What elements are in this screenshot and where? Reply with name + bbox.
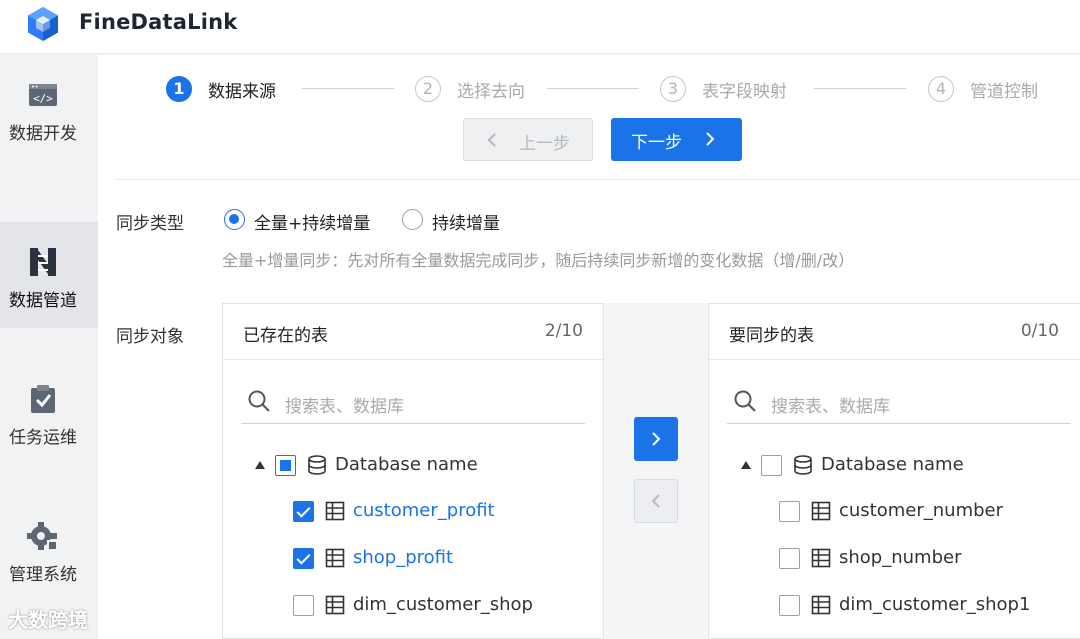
checkbox[interactable] (275, 455, 296, 476)
move-right-button[interactable] (634, 417, 678, 461)
table-icon (325, 548, 345, 568)
table-icon (325, 501, 345, 521)
prev-step-button[interactable]: 上一步 (463, 118, 593, 161)
sidebar-item-label: 数据开发 (9, 124, 77, 144)
step-1-label: 数据来源 (208, 82, 276, 102)
move-left-button[interactable] (634, 479, 678, 523)
table-icon (811, 595, 831, 615)
table-icon (811, 548, 831, 568)
database-icon (794, 455, 812, 475)
step-2-number: 2 (415, 76, 441, 102)
database-name: Database name (821, 454, 964, 475)
tree-row-database[interactable]: Database name (255, 454, 585, 480)
table-row[interactable]: shop_profit (293, 547, 623, 573)
panel-header: 要同步的表 0/10 (709, 304, 1080, 360)
checkbox[interactable] (779, 595, 800, 616)
step-4-number: 4 (928, 76, 954, 102)
prev-step-label: 上一步 (519, 134, 570, 154)
step-connector (547, 88, 639, 89)
table-row[interactable]: dim_customer_shop1 (779, 594, 1080, 620)
sidebar: </> 数据开发 数据管道 任务运维 管理系统 (0, 55, 98, 639)
step-3-label: 表字段映射 (702, 82, 787, 102)
source-search-input[interactable]: 搜索表、数据库 (241, 384, 585, 424)
gear-icon (27, 522, 57, 550)
pipeline-icon (30, 248, 56, 276)
table-name: shop_number (839, 547, 962, 568)
search-placeholder: 搜索表、数据库 (285, 397, 404, 417)
sync-object-label: 同步对象 (116, 327, 184, 347)
table-name: dim_customer_shop1 (839, 594, 1031, 615)
sidebar-item-data-dev[interactable]: </> 数据开发 (0, 55, 98, 161)
table-icon (811, 501, 831, 521)
logo-icon (28, 7, 58, 41)
transfer-controls (604, 303, 708, 639)
table-name: customer_number (839, 500, 1004, 521)
stepper: 1 数据来源 2 选择去向 3 表字段映射 4 管道控制 (98, 55, 1080, 115)
radio-incremental[interactable] (402, 209, 423, 230)
table-row[interactable]: customer_number (779, 500, 1080, 526)
step-3-number: 3 (660, 76, 686, 102)
next-step-button[interactable]: 下一步 (611, 118, 742, 161)
chevron-right-icon (652, 432, 661, 446)
table-icon (325, 595, 345, 615)
step-4-label: 管道控制 (970, 82, 1038, 102)
next-step-label: 下一步 (631, 133, 682, 153)
source-table-panel: 已存在的表 2/10 搜索表、数据库 Database name custome… (222, 303, 604, 639)
top-bar: FineDataLink (0, 0, 1080, 54)
selection-count: 2/10 (544, 321, 583, 341)
task-check-icon (31, 385, 55, 413)
chevron-right-icon (706, 132, 715, 146)
chevron-left-icon (651, 494, 660, 508)
table-row[interactable]: shop_number (779, 547, 1080, 573)
step-connector (302, 88, 394, 89)
table-row[interactable]: dim_customer_shop (293, 594, 623, 620)
app-title: FineDataLink (79, 10, 238, 34)
selection-count: 0/10 (1020, 321, 1059, 341)
radio-incremental-label[interactable]: 持续增量 (432, 209, 500, 234)
checkbox[interactable] (293, 595, 314, 616)
caret-down-icon[interactable] (741, 461, 751, 469)
checkbox[interactable] (293, 548, 314, 569)
search-icon (734, 390, 756, 412)
checkbox[interactable] (293, 501, 314, 522)
checkbox[interactable] (779, 501, 800, 522)
divider (116, 179, 1080, 180)
panel-title: 要同步的表 (729, 326, 814, 346)
target-search-input[interactable]: 搜索表、数据库 (727, 384, 1071, 424)
caret-down-icon[interactable] (255, 461, 265, 469)
table-name: shop_profit (353, 547, 454, 568)
sidebar-item-label: 管理系统 (9, 565, 77, 585)
radio-full-incremental[interactable] (224, 209, 245, 230)
sidebar-item-label: 数据管道 (9, 291, 77, 311)
tree-row-database[interactable]: Database name (741, 454, 1071, 480)
database-name: Database name (335, 454, 478, 475)
checkbox[interactable] (761, 455, 782, 476)
main-content: 1 数据来源 2 选择去向 3 表字段映射 4 管道控制 上一步 下一步 同步类… (98, 55, 1080, 639)
table-name: customer_profit (353, 500, 495, 521)
step-connector (814, 88, 906, 89)
panel-title: 已存在的表 (243, 326, 328, 346)
database-icon (308, 455, 326, 475)
search-placeholder: 搜索表、数据库 (771, 397, 890, 417)
sidebar-item-label: 任务运维 (9, 428, 77, 448)
table-row[interactable]: customer_profit (293, 500, 623, 526)
radio-full-incremental-label[interactable]: 全量+持续增量 (254, 209, 370, 234)
step-1-number: 1 (166, 76, 192, 102)
step-2-label: 选择去向 (457, 82, 525, 102)
watermark: 大数跨境 (8, 608, 88, 632)
target-table-panel: 要同步的表 0/10 搜索表、数据库 Database name custome… (708, 303, 1080, 639)
sidebar-item-admin[interactable]: 管理系统 (0, 496, 98, 602)
chevron-left-icon (487, 133, 496, 147)
sidebar-item-task-ops[interactable]: 任务运维 (0, 359, 98, 465)
sync-type-hint: 全量+增量同步：先对所有全量数据完成同步，随后持续同步新增的变化数据（增/删/改… (222, 251, 855, 270)
sidebar-item-data-pipeline[interactable]: 数据管道 (0, 222, 98, 328)
search-icon (248, 390, 270, 412)
svg-text:</>: </> (33, 92, 53, 105)
checkbox[interactable] (779, 548, 800, 569)
panel-header: 已存在的表 2/10 (223, 304, 603, 360)
sync-type-label: 同步类型 (116, 214, 184, 234)
table-name: dim_customer_shop (353, 594, 533, 615)
code-icon: </> (29, 84, 57, 106)
